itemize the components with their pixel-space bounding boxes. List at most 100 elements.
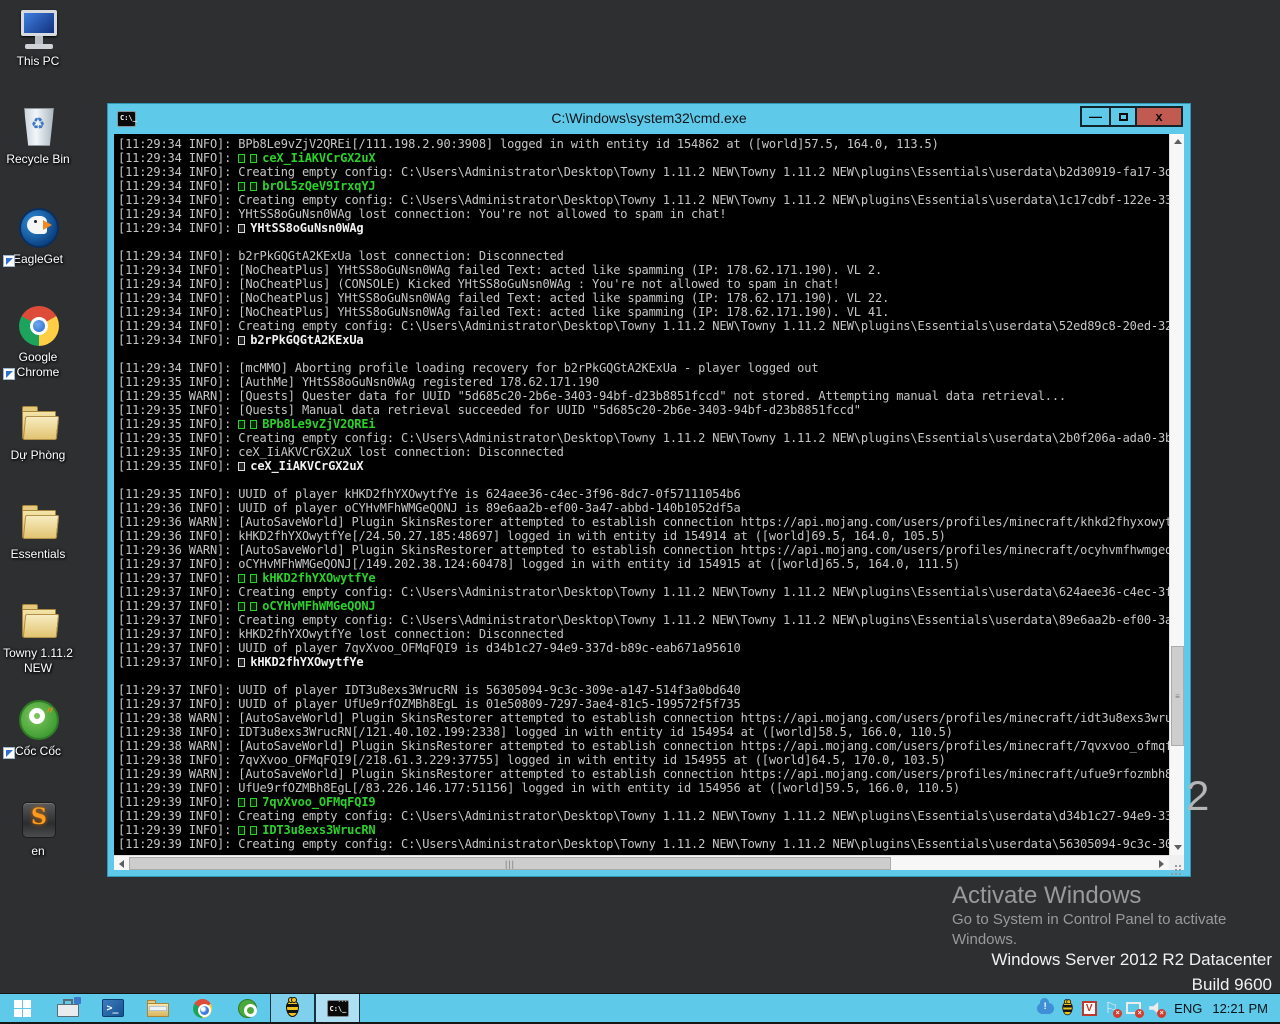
start-button[interactable] [0,994,45,1022]
player-name: BPb8Le9vZjV2QREi [262,417,375,431]
player-name: ceX_IiAKVCrGX2uX [250,459,363,473]
taskbar-clock[interactable]: 12:21 PM [1212,1001,1268,1016]
desktop-icon-towny-1.11.2-new[interactable]: Towny 1.11.2 NEW [1,600,75,676]
cloud-status-icon[interactable] [1034,994,1056,1022]
unknown-glyph-box-icon [238,462,245,471]
shortcut-arrow-icon [3,255,15,267]
console-line [118,473,1169,487]
unknown-glyph-box-icon [250,420,257,429]
console-line: [11:29:37 INFO]: oCYHvMFhWMGeQONJ[/149.2… [118,557,1169,571]
console-line: [11:29:37 INFO]: kHKD2fhYXOwytfYe lost c… [118,627,1169,641]
chrome-taskbar-button[interactable] [180,994,225,1022]
file-explorer-taskbar-button[interactable] [135,994,180,1022]
start-icon [14,1000,31,1017]
flag-error-icon[interactable]: ⚐× [1100,994,1122,1022]
player-name: IDT3u8exs3WrucRN [262,823,375,837]
unknown-glyph-box-icon [238,574,245,583]
console-line: [11:29:37 INFO]: UUID of player IDT3u8ex… [118,683,1169,697]
unknown-glyph-box-icon [250,826,257,835]
console-line: [11:29:39 WARN]: [AutoSaveWorld] Plugin … [118,767,1169,781]
file-explorer-icon [147,1000,169,1017]
horizontal-scroll-thumb[interactable]: ||| [129,857,891,870]
resize-grip[interactable] [1169,855,1184,870]
vertical-scrollbar[interactable]: ≡ [1169,134,1184,855]
bee-icon [286,1000,299,1017]
maximize-icon [1119,113,1128,121]
chrome-icon [15,304,61,348]
minimize-button[interactable]: — [1080,106,1109,127]
recycle-bin-icon: ♻ [15,106,61,150]
unknown-glyph-box-icon [238,826,245,835]
desktop-icon-label: Towny 1.11.2 NEW [1,646,75,676]
player-name: YHtSS8oGuNsn0WAg [250,221,363,235]
folder-icon [15,600,61,644]
console-line: [11:29:37 INFO]: kHKD2fhYXOwytfYe [118,571,1169,585]
desktop-icon-label: This PC [1,54,75,69]
coccoc-taskbar-button[interactable] [225,994,270,1022]
desktop-icon-this-pc[interactable]: This PC [1,8,75,69]
desktop-icon-cốc-cốc[interactable]: 〃Cốc Cốc [1,698,75,759]
shortcut-arrow-icon [3,747,15,759]
console-line: [11:29:35 INFO]: [Quests] Manual data re… [118,403,1169,417]
cmd-taskbar-button[interactable] [315,994,360,1022]
console-line: [11:29:38 INFO]: IDT3u8exs3WrucRN[/121.4… [118,725,1169,739]
system-tray: V⚐××× [1034,994,1166,1022]
server-manager-icon [57,999,79,1017]
player-name: b2rPkGQGtA2KExUa [250,333,363,347]
bee-taskbar-button[interactable] [270,994,315,1022]
player-name: kHKD2fhYXOwytfYe [250,655,363,669]
scroll-up-arrow[interactable] [1170,134,1185,149]
volume-error-icon[interactable]: × [1144,994,1166,1022]
unknown-glyph-box-icon [238,658,245,667]
activate-windows-title: Activate Windows [952,882,1141,910]
language-indicator[interactable]: ENG [1174,1001,1202,1016]
desktop-icon-eagleget[interactable]: EagleGet [1,206,75,267]
close-button[interactable]: x [1137,106,1183,127]
console-line: [11:29:37 INFO]: UUID of player 7qvXvoo_… [118,641,1169,655]
player-name: oCYHvMFhWMGeQONJ [262,599,375,613]
desktop-icon-en[interactable]: Sen [1,798,75,859]
desktop-icon-google-chrome[interactable]: Google Chrome [1,304,75,380]
shortcut-arrow-icon [3,368,15,380]
scroll-down-arrow[interactable] [1170,840,1185,855]
unknown-glyph-box-icon [250,182,257,191]
console-line: [11:29:39 INFO]: Creating empty config: … [118,837,1169,851]
console-line: [11:29:34 INFO]: BPb8Le9vZjV2QREi[/111.1… [118,137,1169,151]
console-line: [11:29:37 INFO]: kHKD2fhYXOwytfYe [118,655,1169,669]
chrome-icon [193,999,212,1018]
console-line [118,235,1169,249]
bee-tray-icon[interactable] [1056,994,1078,1022]
console-line: [11:29:34 INFO]: YHtSS8oGuNsn0WAg [118,221,1169,235]
this-pc-icon [15,8,61,52]
window-titlebar[interactable]: C:\Windows\system32\cmd.exe — x [108,104,1190,134]
console-line: [11:29:36 INFO]: UUID of player oCYHvMFh… [118,501,1169,515]
maximize-button[interactable] [1109,106,1137,127]
console-line: [11:29:34 INFO]: [mcMMO] Aborting profil… [118,361,1169,375]
desktop-icon-essentials[interactable]: Essentials [1,501,75,562]
console-line: [11:29:37 INFO]: UUID of player UfUe9rfO… [118,697,1169,711]
os-build-label: Build 9600 [1192,975,1272,995]
horizontal-scrollbar[interactable]: ||| [114,855,1169,870]
server-manager-taskbar-button[interactable] [45,994,90,1022]
scroll-left-arrow[interactable] [114,856,129,871]
cmd-icon [327,1000,349,1017]
scroll-right-arrow[interactable] [1154,856,1169,871]
console-line: [11:29:34 INFO]: [NoCheatPlus] YHtSS8oGu… [118,291,1169,305]
vertical-scroll-thumb[interactable]: ≡ [1171,646,1184,746]
antivirus-v-icon[interactable]: V [1078,994,1100,1022]
unknown-glyph-box-icon [238,154,245,163]
desktop-icon-label: Essentials [1,547,75,562]
player-name: 7qvXvoo_OFMqFQI9 [262,795,375,809]
desktop-icon-dự-phòng[interactable]: Dự Phòng [1,402,75,463]
console-line: [11:29:34 INFO]: [NoCheatPlus] (CONSOLE)… [118,277,1169,291]
desktop-icon-recycle-bin[interactable]: ♻Recycle Bin [1,106,75,167]
console-line: [11:29:36 INFO]: kHKD2fhYXOwytfYe[/24.50… [118,529,1169,543]
folder-icon [15,501,61,545]
cmd-window: C:\Windows\system32\cmd.exe — x [11:29:3… [108,104,1190,876]
coccoc-icon [238,999,257,1018]
console-output[interactable]: [11:29:34 INFO]: BPb8Le9vZjV2QREi[/111.1… [114,134,1169,855]
console-line: [11:29:34 INFO]: Creating empty config: … [118,193,1169,207]
powershell-taskbar-button[interactable]: >_ [90,994,135,1022]
console-line: [11:29:34 INFO]: [NoCheatPlus] YHtSS8oGu… [118,305,1169,319]
network-error-icon[interactable]: × [1122,994,1144,1022]
